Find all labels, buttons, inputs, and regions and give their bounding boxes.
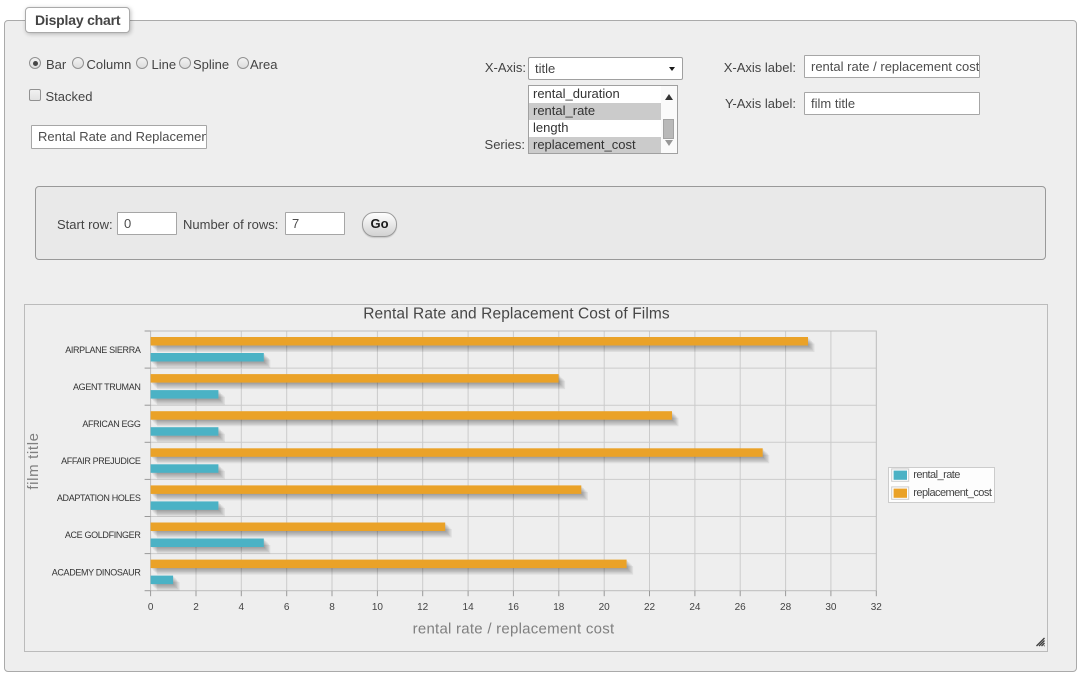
svg-text:Rental Rate and Replacement Co: Rental Rate and Replacement Cost of Film… <box>363 306 670 323</box>
svg-text:26: 26 <box>735 602 747 613</box>
svg-text:ACE GOLDFINGER: ACE GOLDFINGER <box>65 530 141 540</box>
svg-text:28: 28 <box>780 602 792 613</box>
svg-text:AFRICAN EGG: AFRICAN EGG <box>82 419 141 429</box>
svg-text:20: 20 <box>599 602 611 613</box>
svg-text:12: 12 <box>417 602 429 613</box>
svg-text:ACADEMY DINOSAUR: ACADEMY DINOSAUR <box>52 567 142 577</box>
svg-text:6: 6 <box>284 602 290 613</box>
svg-text:4: 4 <box>239 602 245 613</box>
svg-text:ADAPTATION HOLES: ADAPTATION HOLES <box>57 493 141 503</box>
svg-text:2: 2 <box>193 602 199 613</box>
svg-text:AIRPLANE SIERRA: AIRPLANE SIERRA <box>65 345 141 355</box>
svg-text:22: 22 <box>644 602 656 613</box>
svg-text:8: 8 <box>329 602 335 613</box>
svg-text:30: 30 <box>825 602 837 613</box>
svg-text:rental_rate: rental_rate <box>913 469 960 481</box>
svg-text:AFFAIR PREJUDICE: AFFAIR PREJUDICE <box>61 456 141 466</box>
svg-text:rental rate / replacement cost: rental rate / replacement cost <box>413 621 615 638</box>
svg-text:32: 32 <box>871 602 883 613</box>
svg-text:18: 18 <box>553 602 565 613</box>
svg-text:14: 14 <box>463 602 475 613</box>
svg-text:film title: film title <box>25 432 42 489</box>
svg-text:24: 24 <box>689 602 701 613</box>
svg-text:replacement_cost: replacement_cost <box>913 487 992 499</box>
svg-text:0: 0 <box>148 602 154 613</box>
svg-text:16: 16 <box>508 602 520 613</box>
svg-text:10: 10 <box>372 602 384 613</box>
svg-text:AGENT TRUMAN: AGENT TRUMAN <box>73 382 140 392</box>
